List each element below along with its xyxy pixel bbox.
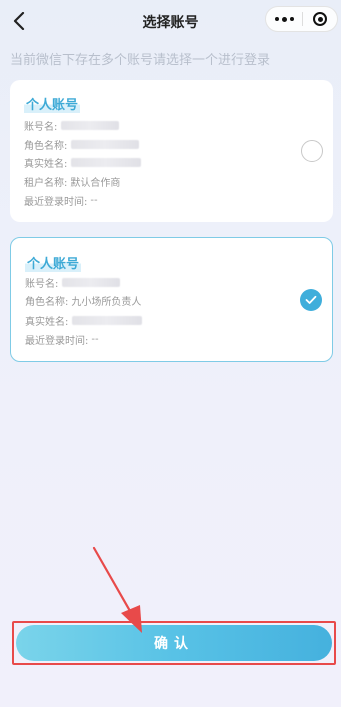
masked-value (71, 158, 142, 167)
masked-value (71, 140, 140, 149)
account-name-label: 账号名: (25, 279, 59, 290)
account-card-2[interactable]: 个人账号 账号名: 角色名称: 九小场所负责人 真实姓名: 最近登录时间: -- (10, 237, 333, 362)
account-type-tag: 个人账号 (25, 253, 82, 272)
target-icon (313, 12, 327, 26)
masked-value (62, 278, 121, 287)
radio-unchecked[interactable] (301, 140, 323, 162)
more-button[interactable] (266, 7, 302, 31)
navbar: 选择账号 (0, 0, 341, 42)
real-name-row: 真实姓名: (24, 155, 142, 170)
last-login-value: -- (90, 195, 98, 206)
close-button[interactable] (303, 7, 337, 31)
account-type-tag: 个人账号 (24, 94, 81, 113)
account-card-1[interactable]: 个人账号 账号名: 角色名称: 真实姓名: 租户名称: 默认合作商 最近登录时间… (10, 80, 333, 222)
real-name-row: 真实姓名: (25, 313, 143, 328)
last-login-value: -- (91, 334, 99, 345)
last-login-label: 最近登录时间: (25, 336, 89, 347)
last-login-row: 最近登录时间: -- (24, 193, 98, 208)
mini-program-capsule (265, 6, 338, 32)
masked-value (72, 316, 143, 325)
account-name-row: 账号名: (25, 275, 121, 290)
role-value: 九小场所负责人 (71, 297, 142, 308)
role-row: 角色名称: (24, 137, 140, 152)
confirm-button[interactable]: 确认 (16, 625, 332, 661)
last-login-row: 最近登录时间: -- (25, 332, 99, 347)
tenant-label: 租户名称: (24, 178, 68, 189)
select-hint: 当前微信下存在多个账号请选择一个进行登录 (10, 53, 271, 68)
real-name-label: 真实姓名: (24, 159, 68, 170)
confirm-highlight-box: 确认 (12, 621, 336, 665)
account-name-row: 账号名: (24, 118, 120, 133)
last-login-label: 最近登录时间: (24, 197, 88, 208)
radio-checked[interactable] (300, 289, 322, 311)
role-label: 角色名称: (25, 297, 69, 308)
more-dots-icon (274, 17, 279, 21)
tenant-value: 默认合作商 (70, 178, 121, 189)
role-row: 角色名称: 九小场所负责人 (25, 293, 141, 308)
check-icon (305, 295, 317, 304)
masked-value (61, 121, 120, 130)
account-name-label: 账号名: (24, 122, 58, 133)
real-name-label: 真实姓名: (25, 317, 69, 328)
tenant-row: 租户名称: 默认合作商 (24, 174, 120, 189)
role-label: 角色名称: (24, 141, 68, 152)
